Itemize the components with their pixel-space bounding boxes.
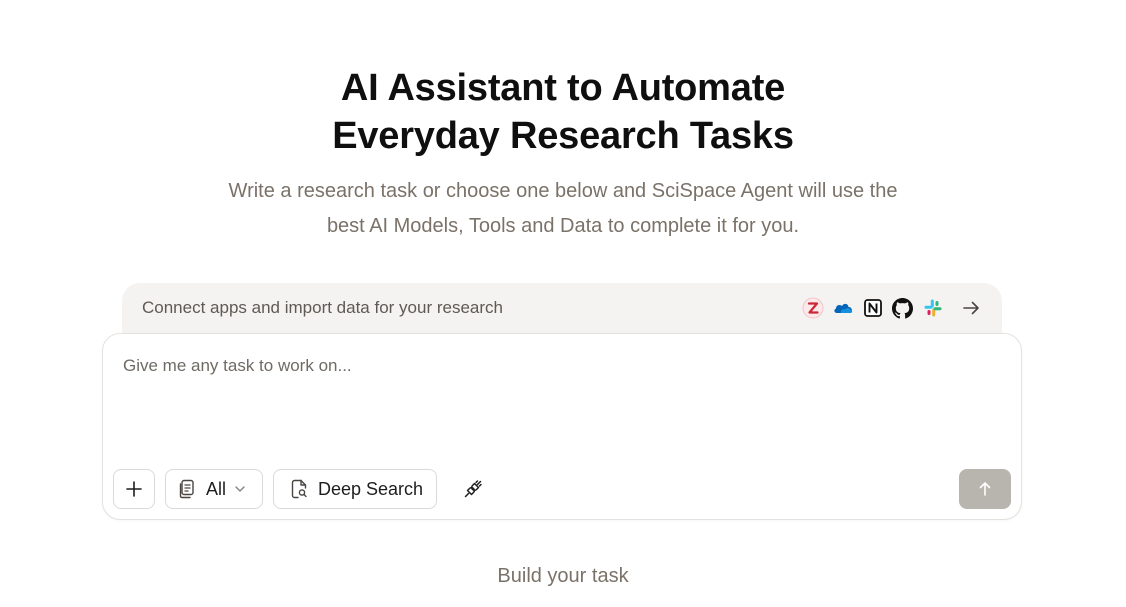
zotero-icon: [801, 297, 824, 320]
page-title: AI Assistant to Automate Everyday Resear…: [0, 64, 1126, 160]
page-subtitle: Write a research task or choose one belo…: [0, 174, 1126, 244]
file-search-icon: [290, 479, 308, 499]
deep-search-label: Deep Search: [318, 478, 424, 499]
arrow-up-icon: [976, 480, 994, 498]
source-filter-dropdown[interactable]: All: [165, 469, 263, 509]
github-icon: [891, 297, 914, 320]
page: AI Assistant to Automate Everyday Resear…: [0, 0, 1126, 607]
build-your-task-heading: Build your task: [497, 565, 629, 587]
send-button[interactable]: [959, 469, 1011, 509]
document-icon: [178, 479, 196, 499]
onedrive-icon: [831, 297, 854, 320]
page-subtitle-line-1: Write a research task or choose one belo…: [228, 180, 898, 202]
slack-icon: [921, 297, 944, 320]
plus-icon: [125, 480, 143, 498]
source-filter-label: All: [206, 478, 227, 499]
notion-icon: [861, 297, 884, 320]
page-title-line-2: Everyday Research Tasks: [332, 115, 794, 157]
task-input[interactable]: [123, 356, 983, 446]
connect-apps-text: Connect apps and import data for your re…: [142, 298, 503, 317]
chevron-down-icon: [233, 482, 247, 496]
connect-plug-button[interactable]: [461, 477, 485, 501]
plug-icon: [462, 478, 484, 500]
connected-apps-icons: [801, 296, 982, 320]
arrow-right-icon[interactable]: [960, 297, 982, 319]
page-title-line-1: AI Assistant to Automate: [340, 67, 786, 109]
page-subtitle-line-2: best AI Models, Tools and Data to comple…: [326, 215, 800, 237]
task-composer: All Deep Search: [102, 333, 1022, 520]
add-attachment-button[interactable]: [113, 469, 155, 509]
deep-search-button[interactable]: Deep Search: [273, 469, 437, 509]
